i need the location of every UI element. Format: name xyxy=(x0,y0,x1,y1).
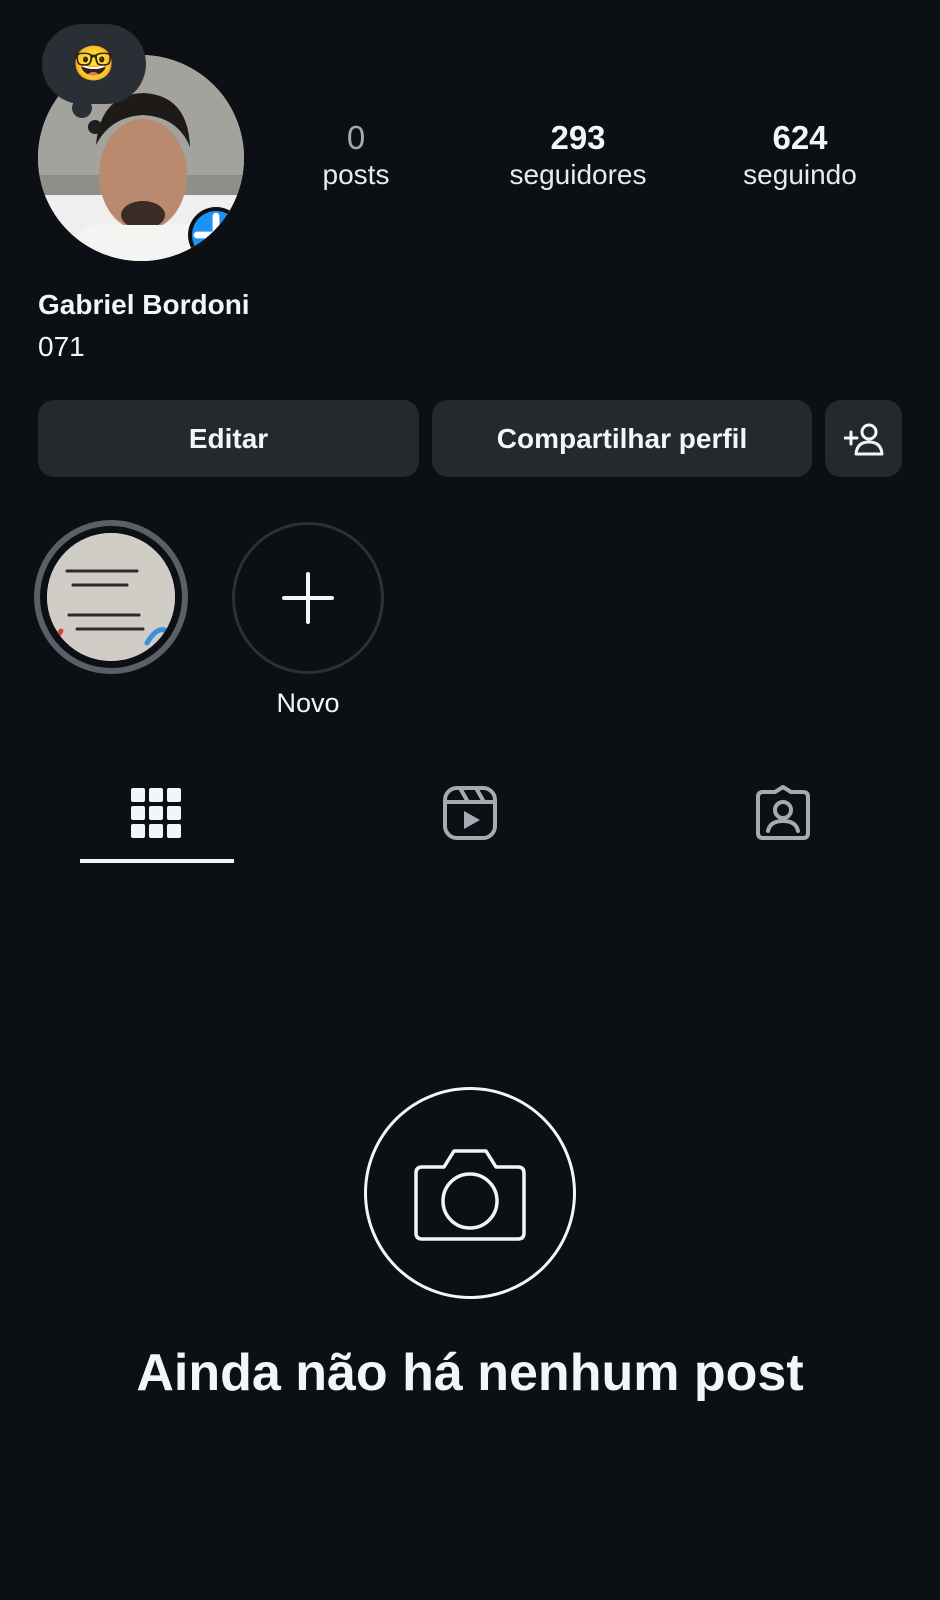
empty-state-camera[interactable] xyxy=(364,1087,576,1299)
plus-icon xyxy=(192,211,240,259)
new-highlight-button[interactable] xyxy=(232,522,384,674)
note-bubble-tail-small xyxy=(88,120,102,134)
plus-icon xyxy=(282,572,334,624)
stat-posts-count: 0 xyxy=(346,119,366,156)
add-person-icon xyxy=(843,423,883,455)
stat-followers[interactable]: 293 seguidores xyxy=(468,118,688,192)
edit-profile-button[interactable]: Editar xyxy=(38,400,419,477)
empty-state-title: Ainda não há nenhum post xyxy=(136,1344,804,1402)
stat-following[interactable]: 624 seguindo xyxy=(690,118,910,192)
active-tab-indicator xyxy=(80,859,234,863)
tab-tagged[interactable] xyxy=(743,780,823,846)
highlight-cover xyxy=(47,533,175,661)
tab-reels[interactable] xyxy=(430,780,510,846)
stat-following-label: seguindo xyxy=(743,159,857,190)
stat-followers-count: 293 xyxy=(550,119,606,156)
note-bubble-tail xyxy=(72,98,92,118)
stat-following-count: 624 xyxy=(772,119,828,156)
profile-bio: 071 xyxy=(38,331,85,362)
note-emoji: 🤓 xyxy=(72,45,116,83)
add-story-button[interactable] xyxy=(188,207,244,261)
discover-people-button[interactable] xyxy=(825,400,902,477)
stat-posts[interactable]: 0 posts xyxy=(246,118,466,192)
tagged-icon xyxy=(756,785,810,840)
profile-name: Gabriel Bordoni xyxy=(38,289,250,320)
share-profile-button[interactable]: Compartilhar perfil xyxy=(432,400,812,477)
note-bubble[interactable]: 🤓 xyxy=(42,24,146,104)
camera-icon xyxy=(414,1149,526,1241)
story-highlight[interactable] xyxy=(34,520,188,674)
tab-posts-grid[interactable] xyxy=(116,780,196,846)
reels-icon xyxy=(443,786,497,840)
stat-followers-label: seguidores xyxy=(509,159,647,190)
new-highlight-label: Novo xyxy=(276,688,340,718)
grid-icon xyxy=(131,788,181,838)
stat-posts-label: posts xyxy=(322,159,390,190)
